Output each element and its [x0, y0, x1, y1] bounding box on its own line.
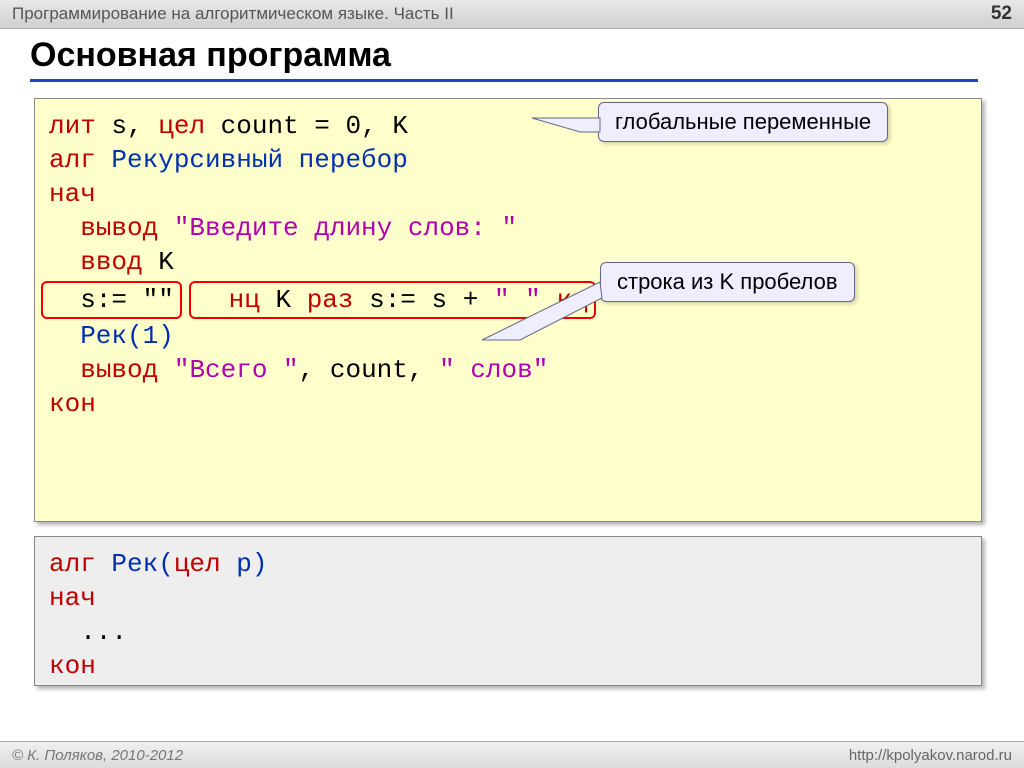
keyword-lit: лит — [49, 111, 96, 141]
ellipsis: ... — [49, 617, 127, 647]
highlight-s-init: s:= "" — [41, 281, 182, 319]
course-title: Программирование на алгоритмическом язык… — [12, 4, 454, 24]
footer-bar: © К. Поляков, 2010-2012 http://kpolyakov… — [0, 741, 1024, 768]
highlight-loop: нц K раз s:= s + " " кц — [189, 281, 595, 319]
keyword-nach: нач — [49, 179, 96, 209]
sub-code-block: алг Рек(цел p) нач ... кон — [34, 536, 982, 686]
call-rek: Рек(1) — [49, 321, 174, 351]
keyword-tsel: цел — [174, 549, 221, 579]
keyword-alg: алг — [49, 549, 96, 579]
keyword-alg: алг — [49, 145, 96, 175]
callout-globals: глобальные переменные — [598, 102, 888, 142]
main-code-block: лит s, цел count = 0, K алг Рекурсивный … — [34, 98, 982, 522]
page-number: 52 — [991, 3, 1012, 25]
keyword-vyvod: вывод — [49, 213, 174, 243]
keyword-vvod: ввод K — [49, 247, 174, 277]
proc-rek: Рек( — [96, 549, 174, 579]
keyword-kon: кон — [49, 389, 96, 419]
string-literal: "Введите длину слов: " — [174, 213, 517, 243]
proc-name: Рекурсивный перебор — [96, 145, 408, 175]
keyword-kon: кон — [49, 651, 96, 681]
callout-spaces: строка из K пробелов — [600, 262, 855, 302]
copyright: © К. Поляков, 2010-2012 — [12, 747, 183, 764]
footer-url: http://kpolyakov.narod.ru — [849, 747, 1012, 764]
header-bar: Программирование на алгоритмическом язык… — [0, 0, 1024, 29]
keyword-tsel: цел — [158, 111, 205, 141]
keyword-nach: нач — [49, 583, 96, 613]
slide-title: Основная программа — [30, 36, 978, 82]
